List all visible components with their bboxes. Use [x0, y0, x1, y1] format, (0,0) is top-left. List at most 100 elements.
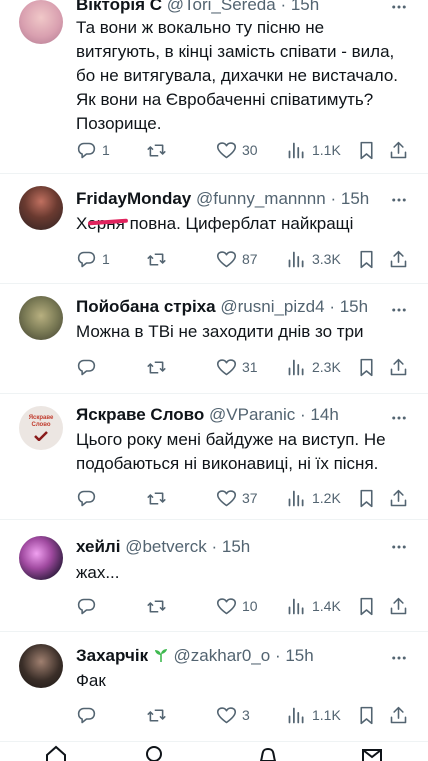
- like-button[interactable]: 31: [216, 355, 258, 379]
- bookmark-icon: [360, 141, 373, 159]
- heart-icon: [216, 141, 237, 158]
- bookmark-icon: [360, 250, 373, 268]
- reply-button[interactable]: [76, 703, 102, 727]
- reply-icon: [77, 490, 96, 506]
- search-icon[interactable]: [144, 744, 168, 761]
- tweet-text: Херня повна. Циферблат найкращі: [76, 214, 354, 233]
- retweet-icon: [147, 708, 166, 722]
- tweet-header: хейлі @betverck · 15h: [76, 537, 251, 556]
- views-button[interactable]: 1.1K: [286, 138, 341, 162]
- share-icon: [390, 706, 407, 723]
- like-button[interactable]: 37: [216, 486, 258, 510]
- bookmark-button[interactable]: [356, 594, 377, 618]
- views-count: 2.3K: [312, 359, 341, 375]
- timestamp[interactable]: 15h: [291, 0, 319, 14]
- like-button[interactable]: 87: [216, 247, 258, 271]
- bookmark-button[interactable]: [356, 703, 377, 727]
- retweet-button[interactable]: [146, 486, 172, 510]
- avatar[interactable]: [19, 536, 63, 580]
- avatar[interactable]: [19, 644, 63, 688]
- tweet[interactable]: хейлі @betverck · 15h жах... 10 1.4K: [0, 520, 428, 632]
- more-icon[interactable]: [390, 538, 408, 556]
- tweet-header: Яскраве Слово @VParanic · 14h: [76, 405, 339, 424]
- bookmark-button[interactable]: [356, 247, 377, 271]
- author-handle[interactable]: @Tori_Sereda: [167, 0, 276, 14]
- heart-icon: [216, 597, 237, 614]
- avatar[interactable]: [19, 296, 63, 340]
- avatar-logo-text: Яскраве Слово: [28, 415, 54, 428]
- reply-button[interactable]: 1: [76, 247, 110, 271]
- views-count: 1.1K: [312, 707, 341, 723]
- author-handle[interactable]: @funny_mannnn: [196, 189, 326, 208]
- author-name[interactable]: Пойобана стріха: [76, 297, 216, 316]
- reply-icon: [77, 142, 96, 158]
- share-button[interactable]: [388, 486, 409, 510]
- tweet[interactable]: Вікторія С @Tori_Sereda · 15h Та вони ж …: [0, 0, 428, 174]
- like-button[interactable]: 3: [216, 703, 250, 727]
- retweet-button[interactable]: [146, 138, 172, 162]
- reply-button[interactable]: 1: [76, 138, 110, 162]
- action-bar: 37 1.2K: [76, 486, 414, 510]
- author-name[interactable]: Захарчік: [76, 646, 148, 665]
- reply-button[interactable]: [76, 486, 102, 510]
- avatar[interactable]: [19, 186, 63, 230]
- author-name[interactable]: Яскраве Слово: [76, 405, 204, 424]
- home-icon[interactable]: [44, 744, 68, 761]
- retweet-button[interactable]: [146, 703, 172, 727]
- share-button[interactable]: [388, 355, 409, 379]
- timestamp[interactable]: 14h: [310, 405, 338, 424]
- action-bar: 31 2.3K: [76, 355, 414, 379]
- views-button[interactable]: 2.3K: [286, 355, 341, 379]
- author-name[interactable]: Вікторія С: [76, 0, 162, 14]
- views-button[interactable]: 1.2K: [286, 486, 341, 510]
- bookmark-button[interactable]: [356, 138, 377, 162]
- retweet-button[interactable]: [146, 594, 172, 618]
- views-icon: [288, 142, 304, 158]
- share-button[interactable]: [388, 138, 409, 162]
- tweet[interactable]: Захарчік @zakhar0_o · 15h Фак 3 1.1K: [0, 632, 428, 740]
- avatar[interactable]: Яскраве Слово: [19, 406, 63, 450]
- share-button[interactable]: [388, 703, 409, 727]
- author-name[interactable]: хейлі: [76, 537, 120, 556]
- author-handle[interactable]: @betverck: [125, 537, 207, 556]
- notifications-icon[interactable]: [256, 744, 280, 761]
- more-icon[interactable]: [390, 649, 408, 667]
- tweet[interactable]: Пойобана стріха @rusni_pizd4 · 15h Можна…: [0, 284, 428, 394]
- tweet[interactable]: FridayMonday @funny_mannnn · 15h Херня п…: [0, 174, 428, 284]
- retweet-button[interactable]: [146, 355, 172, 379]
- like-button[interactable]: 30: [216, 138, 258, 162]
- share-button[interactable]: [388, 247, 409, 271]
- views-count: 3.3K: [312, 251, 341, 267]
- author-handle[interactable]: @zakhar0_o: [174, 646, 271, 665]
- timestamp[interactable]: 15h: [222, 537, 250, 556]
- timestamp[interactable]: 15h: [341, 189, 369, 208]
- share-button[interactable]: [388, 594, 409, 618]
- like-button[interactable]: 10: [216, 594, 258, 618]
- messages-icon[interactable]: [360, 745, 384, 761]
- views-count: 1.4K: [312, 598, 341, 614]
- timestamp[interactable]: 15h: [285, 646, 313, 665]
- author-handle[interactable]: @rusni_pizd4: [220, 297, 324, 316]
- views-button[interactable]: 1.1K: [286, 703, 341, 727]
- views-button[interactable]: 3.3K: [286, 247, 341, 271]
- more-icon[interactable]: [390, 191, 408, 209]
- share-icon: [390, 597, 407, 614]
- more-icon[interactable]: [390, 301, 408, 319]
- tweet[interactable]: Яскраве Слово Яскраве Слово @VParanic · …: [0, 394, 428, 520]
- author-handle[interactable]: @VParanic: [209, 405, 295, 424]
- action-bar: 3 1.1K: [76, 703, 414, 727]
- bookmark-button[interactable]: [356, 355, 377, 379]
- more-icon[interactable]: [390, 409, 408, 427]
- author-name[interactable]: FridayMonday: [76, 189, 191, 208]
- tweet-header: FridayMonday @funny_mannnn · 15h: [76, 189, 370, 208]
- bookmark-button[interactable]: [356, 486, 377, 510]
- sprout-icon: [154, 649, 167, 662]
- reply-button[interactable]: [76, 355, 102, 379]
- reply-count: 1: [102, 251, 110, 267]
- more-icon[interactable]: [390, 0, 408, 16]
- timestamp[interactable]: 15h: [340, 297, 368, 316]
- avatar[interactable]: [19, 0, 63, 44]
- reply-button[interactable]: [76, 594, 102, 618]
- retweet-button[interactable]: [146, 247, 172, 271]
- views-button[interactable]: 1.4K: [286, 594, 341, 618]
